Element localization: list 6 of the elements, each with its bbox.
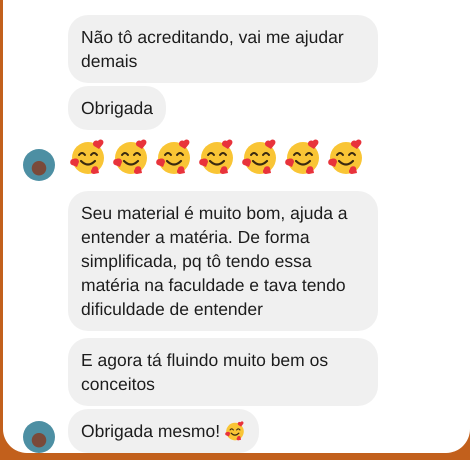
message-text: Seu material é muito bom, ajuda a entender a matéria. De forma simplificada, pq tô tendo essa matéria na faculdade e tava tendo dificuldade de entender (81, 202, 349, 321)
message-text: Obrigada (81, 97, 153, 120)
message-text: Não tô acreditando, vai me ajudar demais (81, 26, 345, 73)
smiling-face-with-hearts-icon (224, 420, 246, 442)
message-text: E agora tá fluindo muito bem os conceitos (81, 349, 330, 396)
message-text: Obrigada mesmo! (81, 420, 220, 443)
